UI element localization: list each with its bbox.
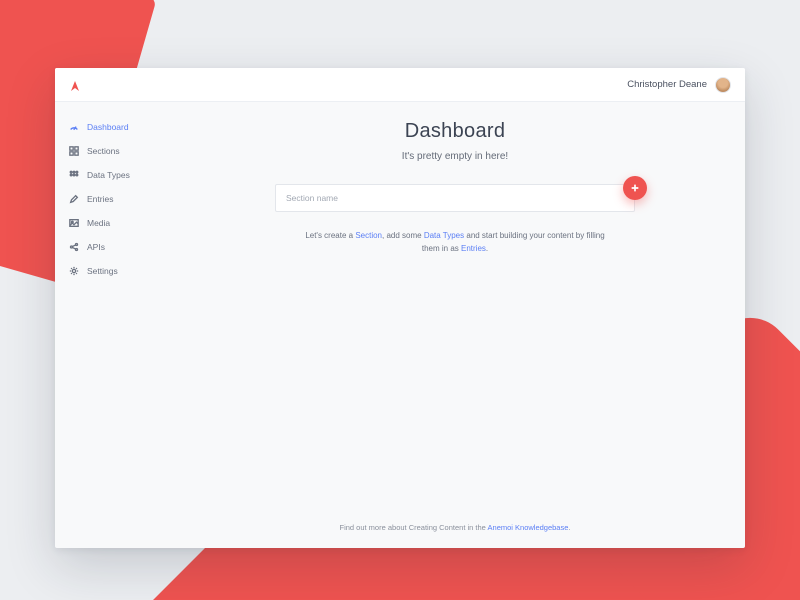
- user-name: Christopher Deane: [627, 79, 707, 90]
- page-title: Dashboard: [405, 120, 506, 143]
- main-content: Dashboard It's pretty empty in here! Let…: [165, 102, 745, 548]
- gear-icon: [69, 266, 79, 276]
- sidebar-item-label: APIs: [87, 242, 105, 252]
- page-subtitle: It's pretty empty in here!: [402, 151, 508, 162]
- sidebar-item-settings[interactable]: Settings: [65, 260, 155, 282]
- hint-segment: Let's create a: [305, 231, 355, 240]
- hint-link-data-types[interactable]: Data Types: [424, 231, 464, 240]
- topbar: Christopher Deane: [55, 68, 745, 102]
- section-input-row: [275, 184, 635, 212]
- app-logo-icon: [69, 79, 81, 91]
- pencil-icon: [69, 194, 79, 204]
- plus-icon: [630, 181, 640, 196]
- app-window: Christopher Deane Dashboard Sections: [55, 68, 745, 548]
- sidebar-item-data-types[interactable]: Data Types: [65, 164, 155, 186]
- hint-segment: , add some: [382, 231, 424, 240]
- user-block[interactable]: Christopher Deane: [627, 77, 731, 93]
- sidebar-item-dashboard[interactable]: Dashboard: [65, 116, 155, 138]
- footer: Find out more about Creating Content in …: [195, 511, 715, 548]
- hint-segment: .: [486, 244, 488, 253]
- footer-segment: Find out more about Creating Content in …: [340, 523, 488, 532]
- sidebar-item-label: Settings: [87, 266, 118, 276]
- avatar-icon: [715, 77, 731, 93]
- speedometer-icon: [69, 122, 79, 132]
- hint-link-section[interactable]: Section: [355, 231, 382, 240]
- footer-text: Find out more about Creating Content in …: [195, 523, 715, 532]
- footer-segment: .: [568, 523, 570, 532]
- share-icon: [69, 242, 79, 252]
- sidebar-item-label: Media: [87, 218, 110, 228]
- sidebar-item-label: Entries: [87, 194, 113, 204]
- sidebar: Dashboard Sections Data Types: [55, 102, 165, 548]
- sidebar-item-media[interactable]: Media: [65, 212, 155, 234]
- section-name-input[interactable]: [275, 184, 635, 212]
- sidebar-item-sections[interactable]: Sections: [65, 140, 155, 162]
- image-icon: [69, 218, 79, 228]
- sidebar-item-entries[interactable]: Entries: [65, 188, 155, 210]
- grid-icon: [69, 146, 79, 156]
- sidebar-item-apis[interactable]: APIs: [65, 236, 155, 258]
- footer-link-knowledgebase[interactable]: Anemoi Knowledgebase: [488, 523, 569, 532]
- hint-link-entries[interactable]: Entries: [461, 244, 486, 253]
- add-section-button[interactable]: [623, 176, 647, 200]
- sidebar-item-label: Data Types: [87, 170, 130, 180]
- hint-text: Let's create a Section, add some Data Ty…: [305, 230, 605, 256]
- dots-grid-icon: [69, 170, 79, 180]
- sidebar-item-label: Dashboard: [87, 122, 129, 132]
- sidebar-item-label: Sections: [87, 146, 120, 156]
